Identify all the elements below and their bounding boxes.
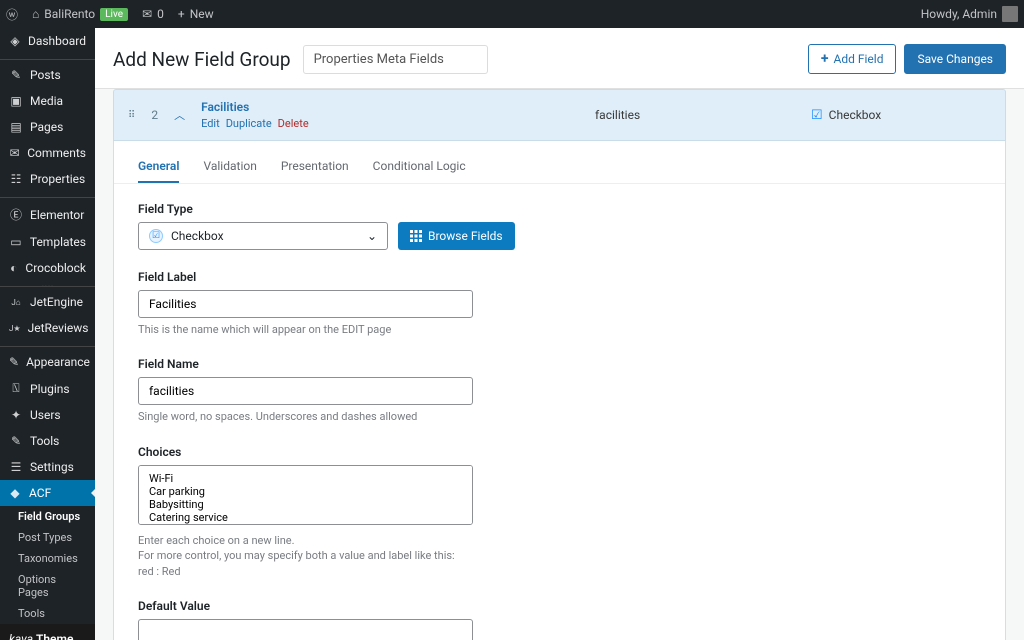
howdy-text: Howdy, Admin [921,7,997,21]
appearance-icon: ✎ [9,355,19,369]
sidebar-item-appearance[interactable]: ✎Appearance [0,349,95,375]
drag-handle-icon[interactable]: ⠿ [128,110,135,121]
checkbox-type-icon: ☑ [149,229,163,243]
comment-icon: ✉ [142,7,152,21]
browse-fields-button[interactable]: Browse Fields [398,222,515,250]
dashboard-icon: ◈ [9,34,21,48]
chevron-down-icon: ⌄ [367,229,377,243]
comments-count: 0 [157,7,164,21]
sidebar-item-posts[interactable]: ✎Posts [0,62,95,88]
sidebar-item-elementor[interactable]: ⒺElementor [0,200,95,229]
delete-link[interactable]: Delete [278,117,309,130]
sidebar-item-settings[interactable]: ☰Settings [0,454,95,480]
sidebar-item-acf[interactable]: ◆ACF [0,480,95,506]
default-value-label: Default Value [138,599,981,613]
sidebar-item-properties[interactable]: ☷Properties [0,166,95,192]
admin-sidebar: ◈Dashboard ✎Posts ▣Media ▤Pages ✉Comment… [0,28,95,640]
field-label-label: Field Label [138,270,981,284]
crocoblock-icon: ◐ [9,261,18,275]
admin-bar: ⓦ ⌂ BaliRento Live ✉ 0 + New Howdy, Admi… [0,0,1024,28]
choices-hint: Enter each choice on a new line. For mor… [138,533,981,579]
choices-label: Choices [138,445,981,459]
choices-textarea[interactable] [138,465,473,525]
save-changes-button[interactable]: Save Changes [904,44,1006,74]
sidebar-item-tools[interactable]: ✎Tools [0,428,95,454]
field-name-input[interactable] [138,377,473,405]
tools-icon: ✎ [9,434,23,448]
howdy[interactable]: Howdy, Admin [921,6,1018,22]
live-badge: Live [100,8,128,21]
wp-logo[interactable]: ⓦ [6,6,18,23]
sidebar-item-dashboard[interactable]: ◈Dashboard [0,28,95,54]
avatar [1002,6,1018,22]
field-type-select[interactable]: ☑Checkbox ⌄ [138,222,388,250]
sidebar-item-users[interactable]: ✦Users [0,402,95,428]
plus-icon: + [178,7,185,21]
tab-general[interactable]: General [138,151,179,183]
tab-conditional[interactable]: Conditional Logic [373,151,466,183]
plus-icon: + [821,51,829,67]
default-value-textarea[interactable] [138,619,473,640]
edit-link[interactable]: Edit [201,117,220,130]
plugins-icon: ⍂ [9,381,23,396]
new-link[interactable]: + New [178,7,214,21]
field-order: 2 [151,108,158,122]
sidebar-item-jetengine[interactable]: J⌂JetEngine [0,289,95,315]
field-title-link[interactable]: Facilities [201,100,249,114]
new-label: New [190,7,214,21]
sidebar-item-comments[interactable]: ✉Comments [0,140,95,166]
main-content: Add New Field Group +Add Field Save Chan… [95,28,1024,640]
tab-presentation[interactable]: Presentation [281,151,349,183]
sub-post-types[interactable]: Post Types [0,527,95,548]
page-header: Add New Field Group +Add Field Save Chan… [95,28,1024,89]
promo-theme[interactable]: kava Theme [0,624,95,640]
chevron-up-icon[interactable]: ︿ [174,107,185,123]
properties-icon: ☷ [9,172,23,186]
sidebar-item-plugins[interactable]: ⍂Plugins [0,375,95,402]
sub-field-groups[interactable]: Field Groups [0,506,95,527]
pages-icon: ▤ [9,120,23,134]
field-name-hint: Single word, no spaces. Underscores and … [138,409,981,424]
comments-link[interactable]: ✉ 0 [142,7,164,21]
posts-icon: ✎ [9,68,23,82]
duplicate-link[interactable]: Duplicate [226,117,272,130]
jetreviews-icon: J★ [9,324,21,333]
elementor-icon: Ⓔ [9,206,23,223]
field-type-col: ☑ Checkbox [811,108,991,123]
sidebar-item-media[interactable]: ▣Media [0,88,95,114]
group-title-input[interactable] [303,45,488,74]
field-name-col: facilities [595,108,795,122]
sub-taxonomies[interactable]: Taxonomies [0,548,95,569]
field-tabs: General Validation Presentation Conditio… [114,141,1005,184]
field-row-header: ⠿ 2 ︿ Facilities Edit Duplicate Delete f… [113,89,1006,141]
field-label-input[interactable] [138,290,473,318]
field-type-label: Field Type [138,202,981,216]
checkbox-icon: ☑ [811,108,823,123]
site-name: BaliRento [44,7,95,21]
jetengine-icon: J⌂ [9,298,23,307]
field-name-label: Field Name [138,357,981,371]
site-link[interactable]: ⌂ BaliRento Live [32,7,128,21]
field-label-hint: This is the name which will appear on th… [138,322,981,337]
grid-icon [410,230,422,242]
home-icon: ⌂ [32,7,39,21]
sidebar-item-pages[interactable]: ▤Pages [0,114,95,140]
page-title: Add New Field Group [113,48,291,71]
settings-icon: ☰ [9,460,23,474]
sidebar-item-crocoblock[interactable]: ◐Crocoblock [0,255,95,281]
users-icon: ✦ [9,408,23,422]
templates-icon: ▭ [9,235,23,249]
sub-options-pages[interactable]: Options Pages [0,569,95,603]
sidebar-item-jetreviews[interactable]: J★JetReviews [0,315,95,341]
media-icon: ▣ [9,94,23,108]
tab-validation[interactable]: Validation [203,151,256,183]
sub-tools[interactable]: Tools [0,603,95,624]
add-field-button[interactable]: +Add Field [808,44,897,74]
comments-icon: ✉ [9,146,20,160]
sidebar-item-templates[interactable]: ▭Templates [0,229,95,255]
acf-icon: ◆ [8,486,22,500]
